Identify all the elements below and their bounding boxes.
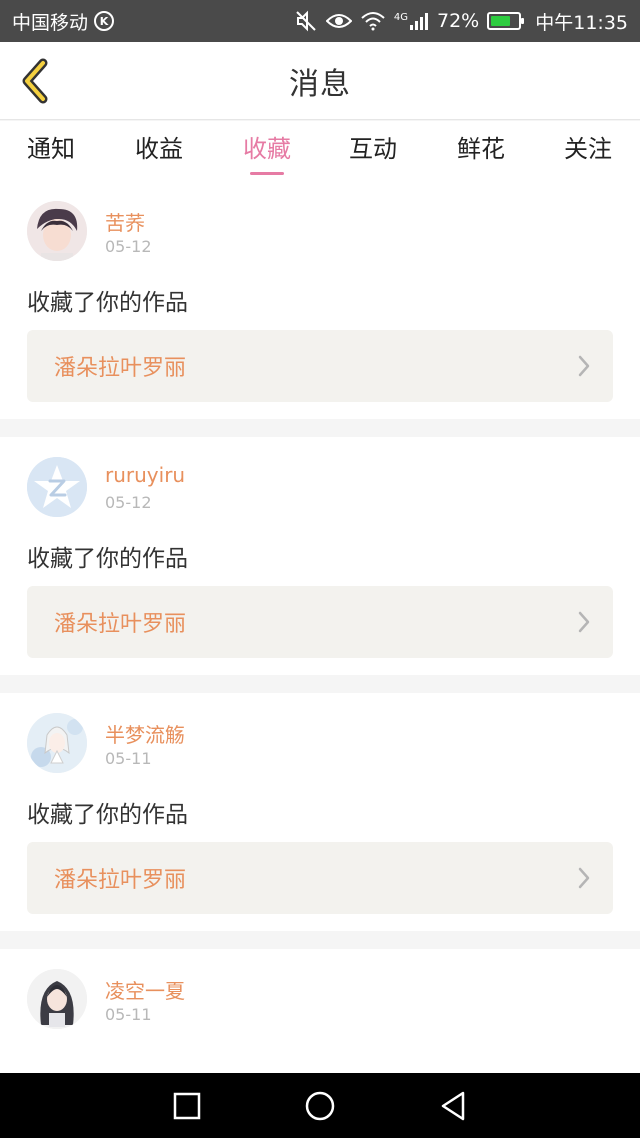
carrier-name: 中国移动 [12, 11, 89, 34]
system-nav-bar [0, 1073, 640, 1138]
chevron-left-icon [22, 58, 48, 104]
status-time: 中午11:35 [535, 11, 628, 34]
message-card: 苦荞 05-12 收藏了你的作品 潘朵拉叶罗丽 [0, 181, 640, 419]
tab-label: 鲜花 [457, 135, 505, 163]
system-back-button[interactable] [423, 1076, 483, 1136]
work-link[interactable]: 潘朵拉叶罗丽 [27, 586, 613, 658]
circle-icon [305, 1091, 335, 1120]
message-list: 苦荞 05-12 收藏了你的作品 潘朵拉叶罗丽 ruruyiru 05-12 收… [0, 181, 640, 1073]
tab-notice[interactable]: 通知 [6, 121, 96, 181]
mute-icon [296, 10, 316, 32]
status-bar: 中国移动 K 4G 72% 中午11:35 [0, 0, 640, 42]
message-card: 半梦流觞 05-11 收藏了你的作品 潘朵拉叶罗丽 [0, 693, 640, 931]
user-name[interactable]: ruruyiru [105, 463, 185, 487]
tab-label: 通知 [27, 135, 75, 163]
tab-active-indicator [250, 172, 284, 175]
action-text: 收藏了你的作品 [27, 290, 188, 316]
recent-apps-button[interactable] [157, 1076, 217, 1136]
header: 消息 [0, 42, 640, 120]
avatar[interactable] [27, 969, 87, 1029]
page-title: 消息 [289, 66, 351, 102]
user-name[interactable]: 凌空一夏 [105, 975, 185, 1004]
message-card: ruruyiru 05-12 收藏了你的作品 潘朵拉叶罗丽 [0, 437, 640, 675]
message-card: 凌空一夏 05-11 [0, 949, 640, 1073]
message-date: 05-12 [105, 493, 152, 512]
tab-favorites[interactable]: 收藏 [222, 121, 312, 181]
work-title: 潘朵拉叶罗丽 [54, 868, 187, 893]
square-icon [173, 1092, 200, 1119]
signal-icon [410, 13, 428, 30]
tab-label: 收藏 [243, 135, 291, 163]
user-name[interactable]: 半梦流觞 [105, 719, 185, 748]
tab-label: 互动 [349, 135, 397, 163]
tab-label: 关注 [564, 135, 612, 163]
eye-icon [325, 14, 352, 28]
tab-earnings[interactable]: 收益 [114, 121, 204, 181]
action-text: 收藏了你的作品 [27, 802, 188, 828]
work-title: 潘朵拉叶罗丽 [54, 612, 187, 637]
work-link[interactable]: 潘朵拉叶罗丽 [27, 330, 613, 402]
work-link[interactable]: 潘朵拉叶罗丽 [27, 842, 613, 914]
avatar[interactable] [27, 457, 87, 517]
carrier-badge: K [94, 11, 115, 31]
tab-follows[interactable]: 关注 [543, 121, 633, 181]
battery-percent: 72% [437, 10, 480, 32]
tab-bar: 通知 收益 收藏 互动 鲜花 关注 [0, 121, 640, 181]
triangle-back-icon [442, 1091, 465, 1120]
user-name[interactable]: 苦荞 [105, 207, 145, 236]
action-text: 收藏了你的作品 [27, 546, 188, 572]
tab-flowers[interactable]: 鲜花 [436, 121, 526, 181]
tab-interactions[interactable]: 互动 [328, 121, 418, 181]
message-date: 05-12 [105, 237, 152, 256]
tab-label: 收益 [135, 135, 183, 163]
work-title: 潘朵拉叶罗丽 [54, 356, 187, 381]
chevron-right-icon [578, 867, 590, 889]
network-type: 4G [393, 12, 408, 23]
back-button[interactable] [14, 56, 58, 106]
chevron-right-icon [578, 355, 590, 377]
avatar[interactable] [27, 713, 87, 773]
wifi-icon [361, 12, 385, 31]
avatar[interactable] [27, 201, 87, 261]
message-date: 05-11 [105, 749, 152, 768]
battery-icon [487, 12, 525, 30]
chevron-right-icon [578, 611, 590, 633]
home-button[interactable] [290, 1076, 350, 1136]
message-date: 05-11 [105, 1005, 152, 1024]
battery-fill [491, 16, 510, 26]
